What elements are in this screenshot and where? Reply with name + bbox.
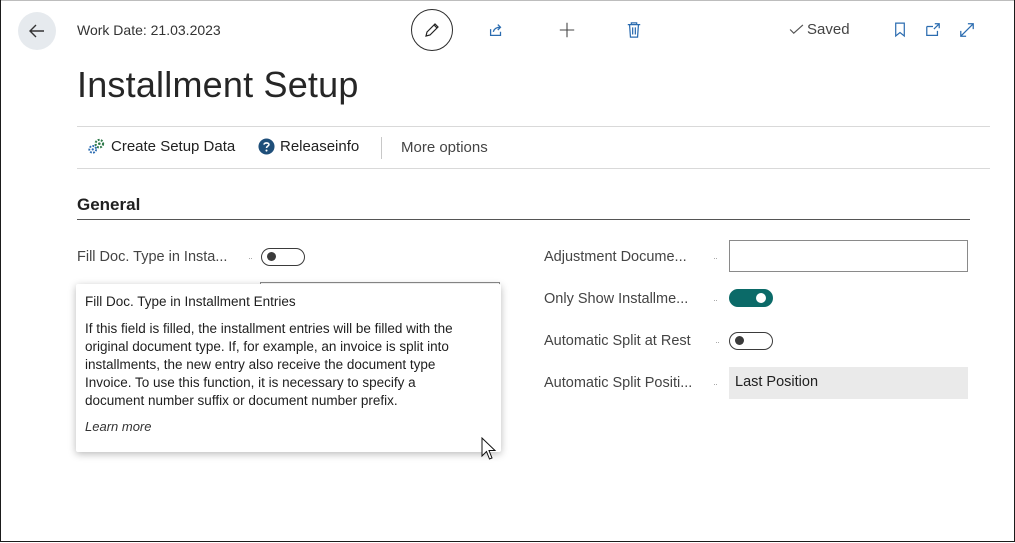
more-options-button[interactable]: More options: [401, 139, 488, 156]
action-bar: Create Setup Data Releaseinfo More optio…: [77, 126, 990, 169]
saved-label: Saved: [807, 21, 850, 38]
tooltip-body: If this field is filled, the installment…: [85, 320, 492, 410]
arrow-left-icon: [29, 24, 44, 38]
delete-button[interactable]: [625, 20, 643, 40]
page-title: Installment Setup: [77, 64, 359, 105]
automatic-split-at-rest-toggle[interactable]: [729, 332, 773, 350]
share-button[interactable]: [486, 20, 506, 40]
fill-doc-type-label: Fill Doc. Type in Insta...: [77, 249, 228, 265]
edit-button[interactable]: [411, 9, 453, 51]
automatic-split-position-value[interactable]: Last Position: [729, 367, 968, 399]
new-button[interactable]: [557, 20, 577, 40]
fill-doc-type-toggle[interactable]: [261, 248, 305, 266]
open-new-window-icon: [926, 23, 940, 36]
field-leader-dots: [714, 384, 717, 386]
mouse-cursor-icon: [481, 437, 497, 460]
adjustment-document-input[interactable]: [729, 240, 968, 272]
automatic-split-position-label: Automatic Split Positi...: [544, 375, 693, 391]
field-leader-dots: [716, 342, 719, 344]
adjustment-document-label: Adjustment Docume...: [544, 249, 687, 265]
bookmark-button[interactable]: [893, 21, 907, 39]
create-setup-data-button[interactable]: Create Setup Data: [87, 138, 235, 155]
open-new-window-button[interactable]: [924, 21, 942, 39]
plus-icon: [559, 22, 575, 38]
share-icon: [489, 24, 502, 37]
tooltip-line: original document type. If, for example,…: [85, 339, 449, 354]
tooltip-line: If this field is filled, the installment…: [85, 321, 453, 336]
expand-button[interactable]: [958, 21, 976, 39]
create-setup-data-label: Create Setup Data: [111, 138, 236, 155]
work-date: Work Date: 21.03.2023: [77, 22, 221, 38]
releaseinfo-button[interactable]: Releaseinfo: [258, 138, 359, 155]
section-title-general: General: [77, 195, 141, 214]
back-button[interactable]: [18, 12, 56, 50]
bookmark-icon: [895, 22, 905, 38]
gears-icon: [88, 138, 105, 154]
field-leader-dots: [714, 258, 717, 260]
only-show-installments-toggle[interactable]: [729, 289, 773, 307]
expand-icon: [960, 23, 974, 37]
tooltip-line: Invoice. To use this function, it is nec…: [85, 375, 416, 390]
tooltip-line: document number suffix or document numbe…: [85, 393, 398, 408]
section-divider: [77, 219, 970, 220]
learn-more-link[interactable]: Learn more: [85, 419, 492, 434]
checkmark-icon: [789, 24, 804, 34]
trash-icon: [627, 22, 641, 38]
action-separator: [381, 137, 382, 159]
help-icon: [258, 138, 275, 155]
automatic-split-at-rest-label: Automatic Split at Rest: [544, 333, 691, 349]
tooltip-title: Fill Doc. Type in Installment Entries: [85, 294, 296, 309]
saved-status: Saved: [789, 21, 850, 38]
only-show-installments-label: Only Show Installme...: [544, 291, 689, 307]
tooltip-line: installments, the new entry also receive…: [85, 357, 436, 372]
field-leader-dots: [249, 258, 252, 260]
releaseinfo-label: Releaseinfo: [280, 138, 360, 155]
pencil-icon: [425, 23, 439, 37]
field-leader-dots: [714, 300, 717, 302]
field-tooltip: Fill Doc. Type in Installment Entries If…: [76, 284, 501, 452]
